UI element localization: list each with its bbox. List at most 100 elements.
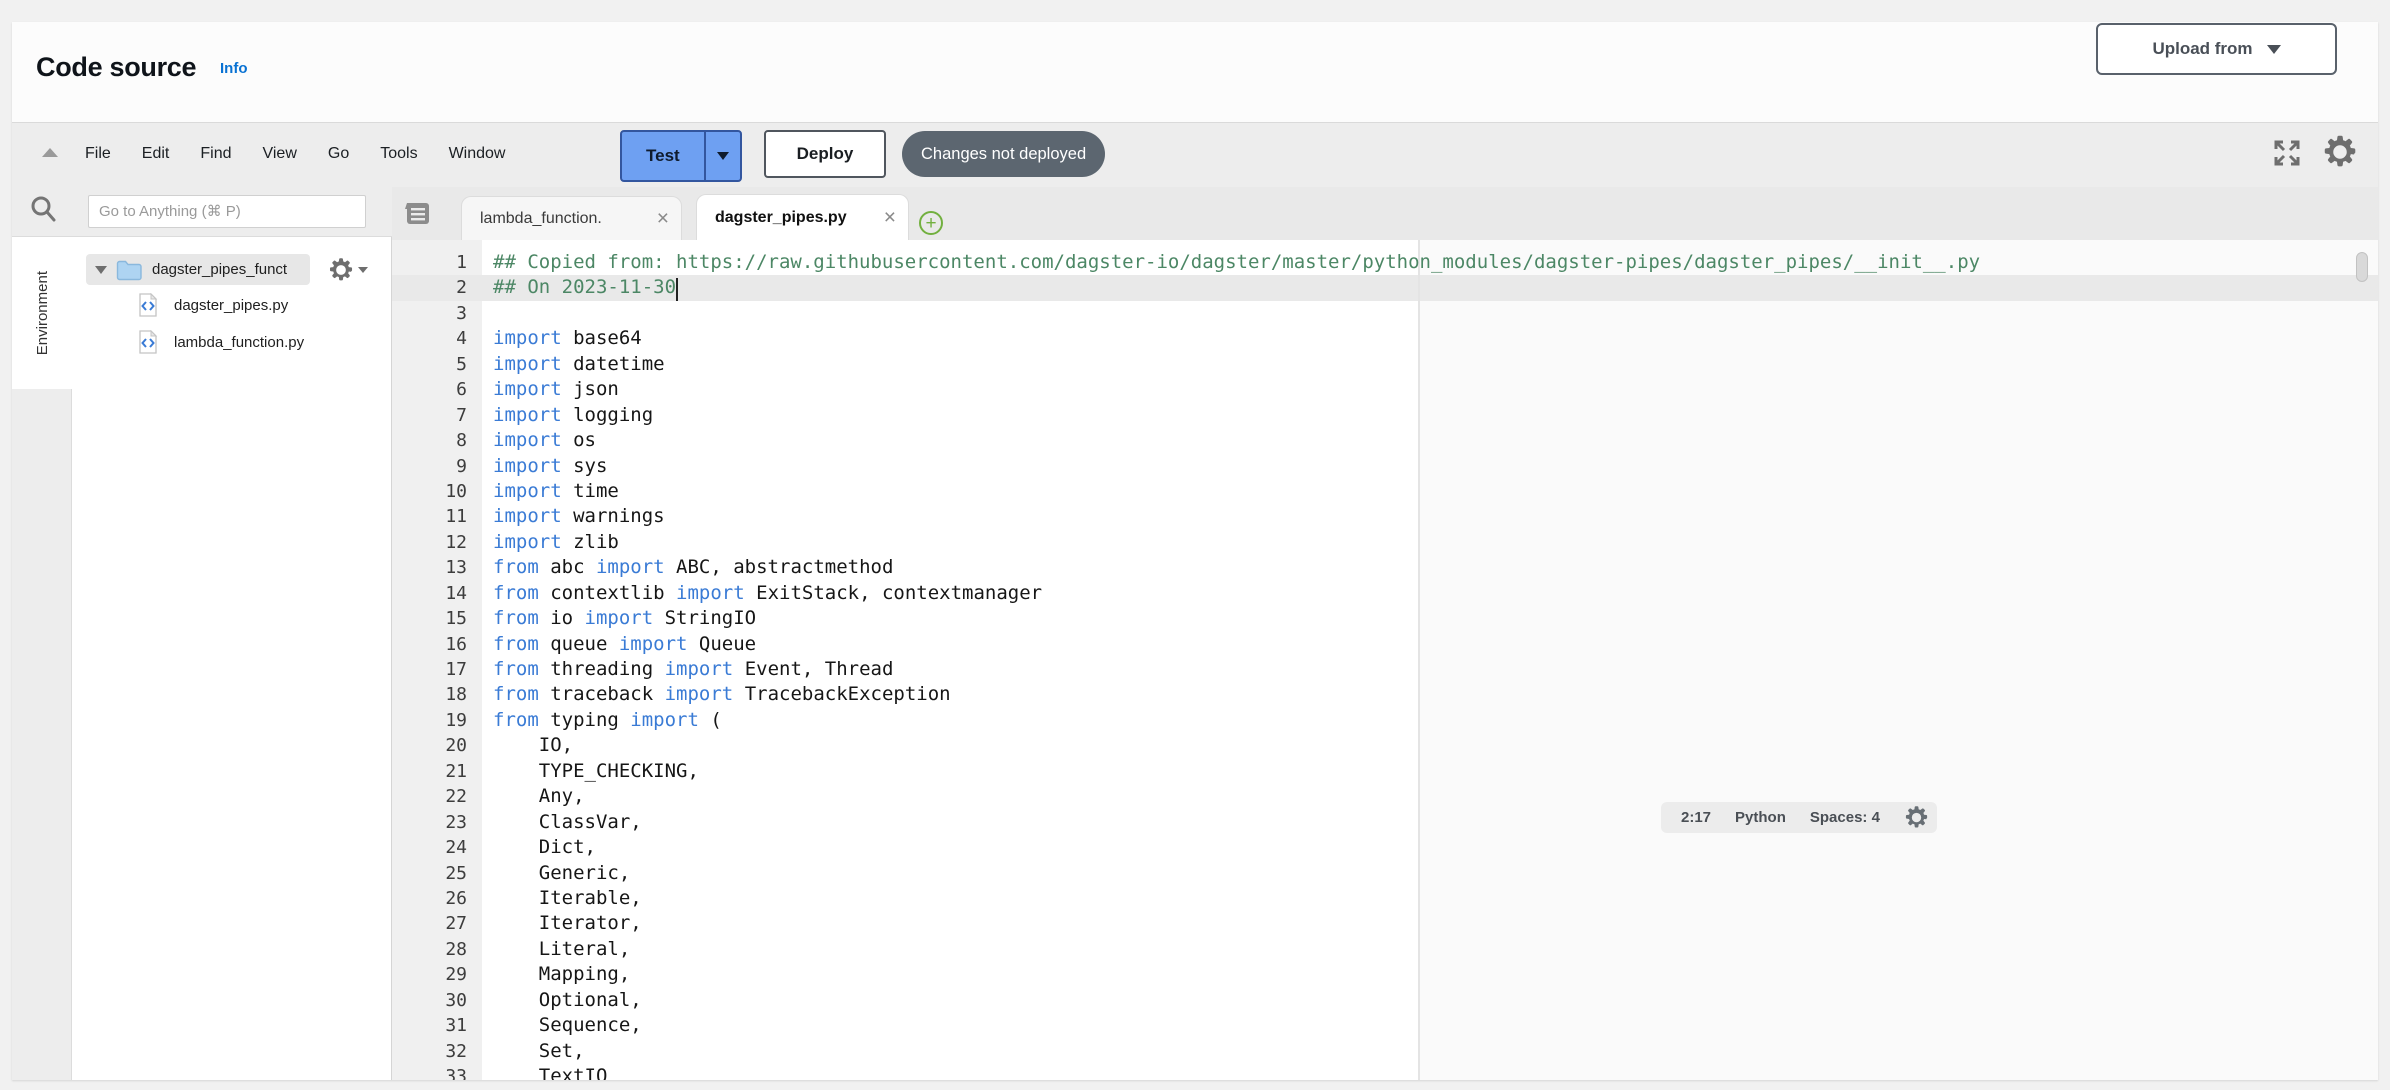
test-dropdown[interactable]: [704, 132, 740, 180]
menu-view[interactable]: View: [262, 145, 296, 163]
statusbar-gear-icon[interactable]: [1904, 805, 1929, 830]
line-number[interactable]: 33: [392, 1064, 482, 1080]
line-number[interactable]: 29: [392, 962, 482, 987]
code-line[interactable]: import time: [493, 479, 1980, 504]
goto-anything-input[interactable]: [88, 195, 366, 228]
line-number[interactable]: 7: [392, 403, 482, 428]
upload-from-button[interactable]: Upload from: [2096, 23, 2337, 75]
tree-settings-gear-icon[interactable]: [328, 257, 368, 283]
code-line[interactable]: from contextlib import ExitStack, contex…: [493, 581, 1980, 606]
menu-go[interactable]: Go: [328, 145, 349, 163]
cursor-position[interactable]: 2:17: [1681, 809, 1711, 826]
editor-settings-gear-icon[interactable]: [2322, 134, 2358, 170]
line-number[interactable]: 14: [392, 581, 482, 606]
code-line[interactable]: ## On 2023-11-30: [493, 275, 1980, 300]
environment-tab[interactable]: Environment: [12, 237, 72, 389]
menu-find[interactable]: Find: [200, 145, 231, 163]
menu-tools[interactable]: Tools: [380, 145, 417, 163]
code-line[interactable]: import zlib: [493, 530, 1980, 555]
code-line[interactable]: Dict,: [493, 835, 1980, 860]
fullscreen-icon[interactable]: [2272, 138, 2302, 168]
code-line[interactable]: from typing import (: [493, 708, 1980, 733]
line-number[interactable]: 24: [392, 835, 482, 860]
code-line[interactable]: import json: [493, 377, 1980, 402]
line-number[interactable]: 11: [392, 504, 482, 529]
code-line[interactable]: Iterable,: [493, 886, 1980, 911]
line-number[interactable]: 12: [392, 530, 482, 555]
code-line[interactable]: import datetime: [493, 352, 1980, 377]
code-content[interactable]: ## Copied from: https://raw.githubuserco…: [493, 250, 1980, 1080]
test-button[interactable]: Test: [620, 130, 742, 182]
line-number[interactable]: 2: [392, 275, 482, 300]
line-number[interactable]: 16: [392, 632, 482, 657]
line-number-gutter[interactable]: 1234567891011121314151617181920212223242…: [392, 250, 482, 1080]
code-line[interactable]: Iterator,: [493, 911, 1980, 936]
language-mode[interactable]: Python: [1735, 809, 1786, 826]
tab-lambda-function[interactable]: lambda_function. ×: [461, 196, 682, 240]
line-number[interactable]: 3: [392, 301, 482, 326]
line-number[interactable]: 22: [392, 784, 482, 809]
line-number[interactable]: 17: [392, 657, 482, 682]
menu-window[interactable]: Window: [449, 145, 506, 163]
vertical-scrollbar-thumb[interactable]: [2356, 252, 2368, 282]
code-line[interactable]: import warnings: [493, 504, 1980, 529]
code-line[interactable]: Optional,: [493, 988, 1980, 1013]
new-tab-plus-icon[interactable]: +: [919, 211, 943, 235]
line-number[interactable]: 32: [392, 1039, 482, 1064]
folder-expand-icon[interactable]: [95, 266, 107, 274]
line-number[interactable]: 26: [392, 886, 482, 911]
line-number[interactable]: 5: [392, 352, 482, 377]
code-line[interactable]: from io import StringIO: [493, 606, 1980, 631]
close-icon[interactable]: ×: [884, 207, 896, 228]
code-line[interactable]: from abc import ABC, abstractmethod: [493, 555, 1980, 580]
code-line[interactable]: import base64: [493, 326, 1980, 351]
code-line[interactable]: ## Copied from: https://raw.githubuserco…: [493, 250, 1980, 275]
code-line[interactable]: from queue import Queue: [493, 632, 1980, 657]
tree-file-dagster-pipes-py[interactable]: dagster_pipes.py: [138, 293, 288, 317]
tree-folder-row[interactable]: dagster_pipes_funct: [86, 254, 310, 285]
line-number[interactable]: 30: [392, 988, 482, 1013]
code-line[interactable]: [493, 301, 1980, 326]
code-line[interactable]: from threading import Event, Thread: [493, 657, 1980, 682]
search-icon[interactable]: [28, 194, 58, 224]
line-number[interactable]: 23: [392, 810, 482, 835]
line-number[interactable]: 6: [392, 377, 482, 402]
code-line[interactable]: import logging: [493, 403, 1980, 428]
code-line[interactable]: TYPE_CHECKING,: [493, 759, 1980, 784]
code-line[interactable]: Literal,: [493, 937, 1980, 962]
line-number[interactable]: 19: [392, 708, 482, 733]
code-line[interactable]: import os: [493, 428, 1980, 453]
tab-spaces-setting[interactable]: Spaces: 4: [1810, 809, 1880, 826]
line-number[interactable]: 8: [392, 428, 482, 453]
line-number[interactable]: 31: [392, 1013, 482, 1038]
info-link[interactable]: Info: [220, 60, 248, 77]
line-number[interactable]: 27: [392, 911, 482, 936]
line-number[interactable]: 28: [392, 937, 482, 962]
line-number[interactable]: 20: [392, 733, 482, 758]
collapse-panel-icon[interactable]: [42, 148, 58, 157]
line-number[interactable]: 25: [392, 861, 482, 886]
code-line[interactable]: from traceback import TracebackException: [493, 682, 1980, 707]
code-line[interactable]: Sequence,: [493, 1013, 1980, 1038]
line-number[interactable]: 18: [392, 682, 482, 707]
line-number[interactable]: 15: [392, 606, 482, 631]
code-editor[interactable]: 1234567891011121314151617181920212223242…: [392, 240, 2378, 1080]
menu-edit[interactable]: Edit: [142, 145, 170, 163]
deploy-button[interactable]: Deploy: [764, 130, 886, 178]
line-number[interactable]: 4: [392, 326, 482, 351]
menu-file[interactable]: File: [85, 145, 111, 163]
code-line[interactable]: Set,: [493, 1039, 1980, 1064]
code-line[interactable]: Generic,: [493, 861, 1980, 886]
line-number[interactable]: 21: [392, 759, 482, 784]
line-number[interactable]: 13: [392, 555, 482, 580]
close-icon[interactable]: ×: [657, 208, 669, 229]
code-line[interactable]: TextIO: [493, 1064, 1980, 1080]
code-line[interactable]: import sys: [493, 454, 1980, 479]
tab-dagster-pipes[interactable]: dagster_pipes.py ×: [696, 194, 909, 240]
line-number[interactable]: 9: [392, 454, 482, 479]
line-number[interactable]: 1: [392, 250, 482, 275]
line-number[interactable]: 10: [392, 479, 482, 504]
code-line[interactable]: Mapping,: [493, 962, 1980, 987]
tab-list-icon[interactable]: [402, 201, 432, 228]
code-line[interactable]: IO,: [493, 733, 1980, 758]
